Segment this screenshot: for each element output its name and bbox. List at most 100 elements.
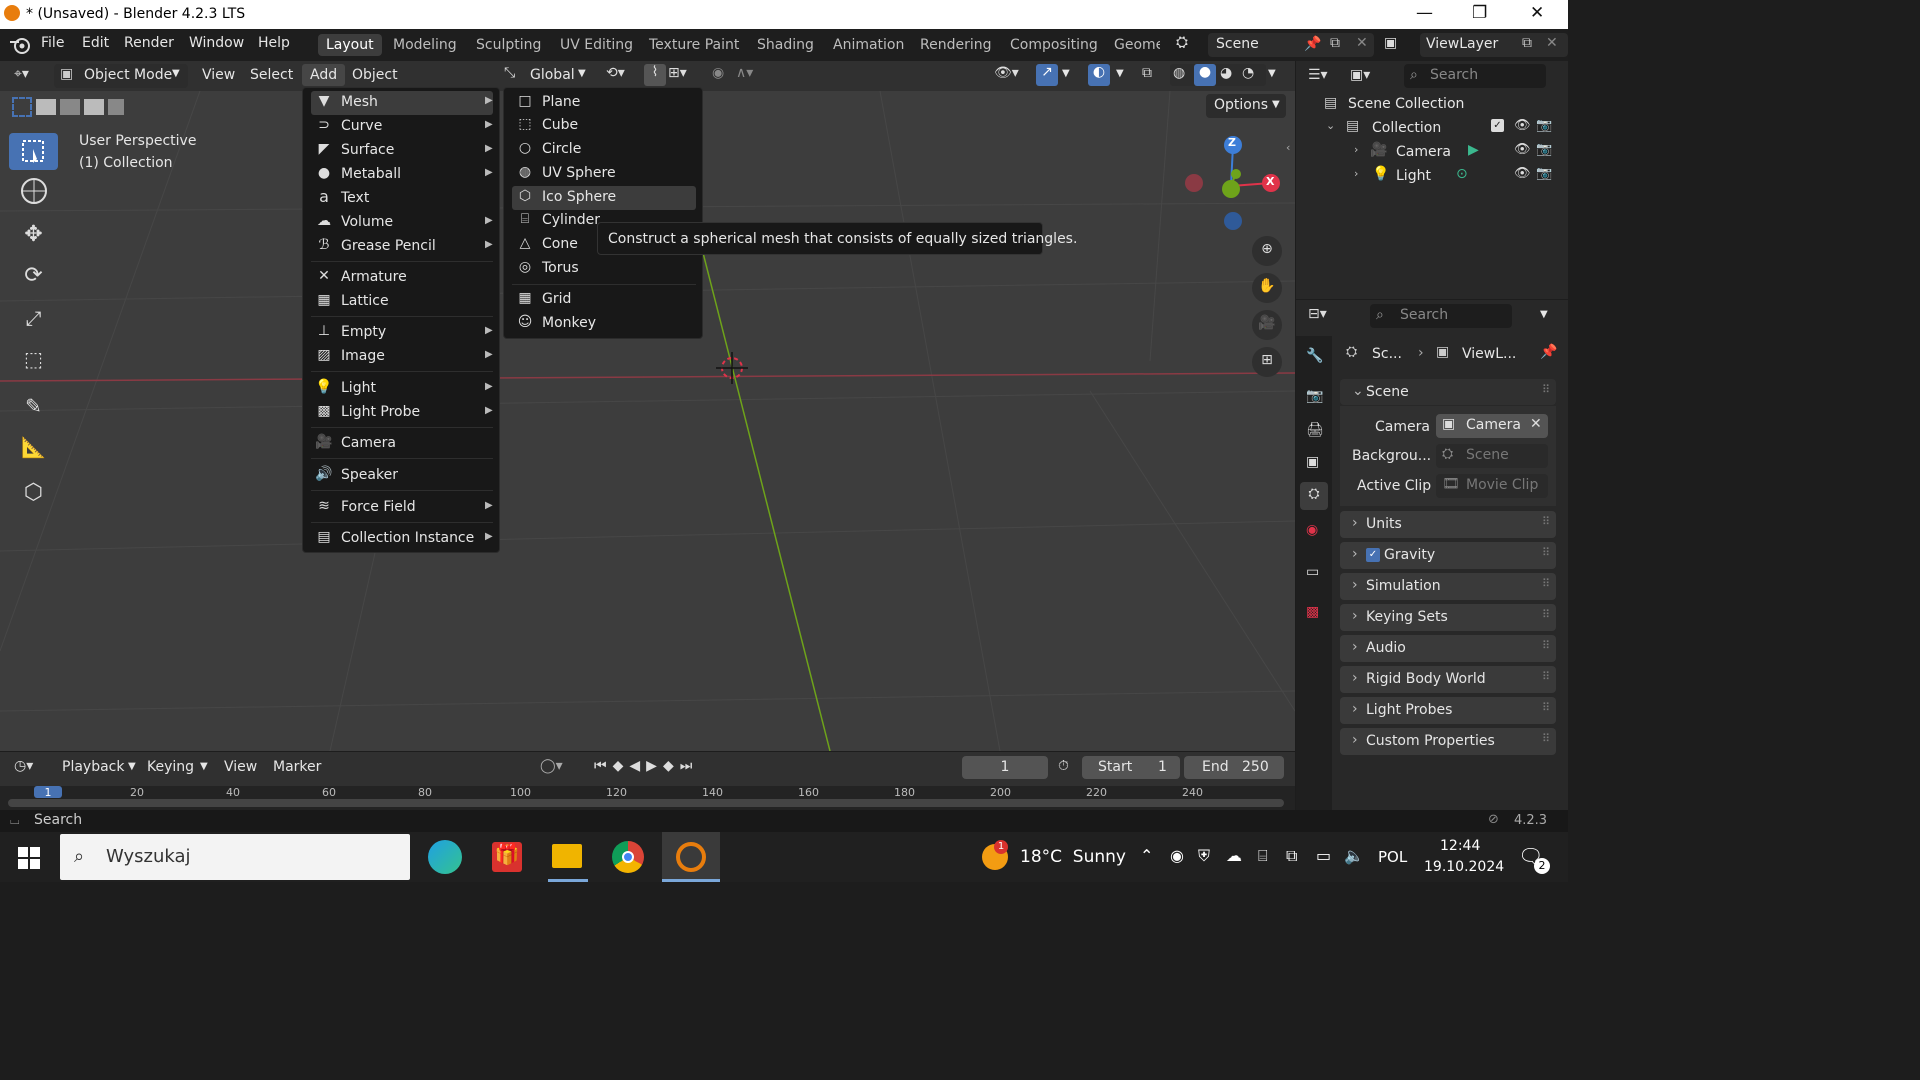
falloff-icon[interactable]: ∧▾ <box>736 65 753 81</box>
pin-icon[interactable]: 📌 <box>1304 36 1321 52</box>
scene-icon[interactable]: ⛭ <box>1176 33 1204 57</box>
drag-handle-icon[interactable]: ⠿ <box>1542 383 1550 396</box>
drag-handle-icon[interactable]: ⠿ <box>1542 732 1550 745</box>
file-explorer-icon[interactable] <box>552 844 582 868</box>
timeline-editor-icon[interactable]: ◷▾ <box>14 758 33 774</box>
properties-editor-icon[interactable]: ⊟▾ <box>1308 306 1327 322</box>
pin-icon[interactable]: 📌 <box>1540 344 1557 360</box>
marker-menu[interactable]: Marker <box>273 759 321 775</box>
maximize-button[interactable]: ❐ <box>1472 3 1487 23</box>
cloud-icon[interactable]: ☁ <box>1226 846 1242 865</box>
gravity-checkbox[interactable]: ✓ <box>1366 548 1380 562</box>
chevron-down-icon[interactable]: ▼ <box>1540 309 1548 320</box>
outliner-search[interactable]: ⌕ Search <box>1404 64 1546 88</box>
camera-tray-icon[interactable]: ⌸ <box>1258 846 1268 866</box>
prev-keyframe-icon[interactable]: ◆ <box>613 758 630 774</box>
chevron-down-icon[interactable]: ▼ <box>1268 68 1276 79</box>
end-frame-field[interactable]: End 250 <box>1184 756 1284 779</box>
rendered-shading-icon[interactable]: ◔ <box>1242 65 1254 81</box>
chevron-down-icon[interactable]: ▼ <box>1116 68 1124 79</box>
chevron-right-icon[interactable]: › <box>1354 167 1358 180</box>
drag-handle-icon[interactable]: ⠿ <box>1542 515 1550 528</box>
render-camera-icon[interactable]: 📷 <box>1536 118 1552 133</box>
menu-item-image[interactable]: ▨ Image ▶ <box>311 345 493 369</box>
show-hidden-icons-icon[interactable]: ⌃ <box>1140 846 1153 865</box>
overlay-toggle-icon[interactable]: ◐ <box>1088 64 1110 86</box>
tool-tab-icon[interactable]: 🔧 <box>1306 348 1323 364</box>
pan-hand-icon[interactable]: ✋ <box>1252 273 1282 303</box>
jump-end-icon[interactable]: ⏭ <box>680 758 699 774</box>
autokey-icon[interactable]: ◯▾ <box>540 758 563 774</box>
weather-label[interactable]: 18°C Sunny <box>1020 847 1126 867</box>
options-dropdown[interactable]: Options ▼ <box>1206 94 1286 118</box>
security-shield-icon[interactable]: ⛨ <box>1198 846 1210 866</box>
timeline-view-menu[interactable]: View <box>224 759 257 775</box>
menu-item-grease-pencil[interactable]: ℬ Grease Pencil ▶ <box>311 235 493 259</box>
delete-view-layer-icon[interactable]: ✕ <box>1546 35 1558 51</box>
collection-tab-icon[interactable]: ▭ <box>1306 564 1319 580</box>
scale-tool[interactable]: ⤢ <box>9 302 58 339</box>
new-view-layer-icon[interactable]: ⧉ <box>1522 35 1532 51</box>
orientation-dropdown[interactable]: Global <box>530 67 575 83</box>
eye-icon[interactable]: 👁 <box>1514 166 1531 181</box>
drag-handle-icon[interactable]: ⠿ <box>1542 608 1550 621</box>
clock-time[interactable]: 12:44 <box>1440 838 1480 854</box>
object-menu[interactable]: Object <box>352 67 398 83</box>
menu-item-light-probe[interactable]: ▩ Light Probe ▶ <box>311 401 493 425</box>
render-camera-icon[interactable]: 📷 <box>1536 166 1552 181</box>
annotate-tool[interactable]: ✎ <box>9 390 58 427</box>
texture-tab-icon[interactable]: ▩ <box>1306 604 1319 620</box>
tab-compositing[interactable]: Compositing <box>1010 37 1098 53</box>
render-tab-icon[interactable]: 📷 <box>1306 388 1323 404</box>
gizmo-toggle-icon[interactable]: ↗ <box>1036 64 1058 86</box>
scene-selector[interactable]: Scene 📌 ⧉ ✕ <box>1208 33 1374 57</box>
menu-render[interactable]: Render <box>124 35 174 51</box>
menu-item-plane[interactable]: □ Plane <box>512 91 696 115</box>
menu-item-lattice[interactable]: ▦ Lattice <box>311 290 493 314</box>
perspective-toggle-icon[interactable]: ⊞ <box>1252 347 1282 377</box>
menu-item-armature[interactable]: ✕ Armature <box>311 266 493 290</box>
add-menu[interactable]: Add <box>302 64 346 86</box>
snap-icon[interactable]: ⌇ <box>644 64 666 86</box>
units-panel[interactable]: › Units ⠿ <box>1340 511 1556 538</box>
drag-handle-icon[interactable]: ⠿ <box>1542 639 1550 652</box>
eye-icon[interactable]: 👁 <box>1514 118 1531 133</box>
drag-handle-icon[interactable]: ⠿ <box>1542 577 1550 590</box>
menu-item-text[interactable]: a Text <box>311 187 493 211</box>
chevron-down-icon[interactable]: ▼ <box>1062 68 1070 79</box>
tab-shading[interactable]: Shading <box>757 37 814 53</box>
view-menu[interactable]: View <box>202 67 235 83</box>
snap-target-icon[interactable]: ⊞▾ <box>668 65 687 81</box>
clear-camera-icon[interactable]: ✕ <box>1530 416 1542 432</box>
camera-data-icon[interactable]: ▶ <box>1468 142 1479 158</box>
tab-animation[interactable]: Animation <box>833 37 904 53</box>
properties-search[interactable]: ⌕ Search <box>1370 304 1512 328</box>
menu-file[interactable]: File <box>41 35 64 51</box>
select-box-tool[interactable] <box>9 133 58 170</box>
camera-field[interactable]: ▣ Camera ✕ <box>1436 414 1548 438</box>
view-layer-tab-icon[interactable]: ▣ <box>1306 454 1319 470</box>
playhead[interactable]: 1 <box>34 786 62 799</box>
zoom-icon[interactable]: ⊕ <box>1252 236 1282 266</box>
tab-geometry-nodes[interactable]: Geomet <box>1114 37 1160 53</box>
background-scene-field[interactable]: ⛭ Scene <box>1436 444 1548 468</box>
simulation-panel[interactable]: › Simulation ⠿ <box>1340 573 1556 600</box>
active-clip-field[interactable]: 🎞 Movie Clip <box>1436 474 1548 498</box>
collection-checkbox[interactable]: ✓ <box>1491 119 1504 132</box>
scene-panel-header[interactable]: ⌄ Scene ⠿ <box>1340 379 1556 405</box>
edge-browser-icon[interactable] <box>428 840 462 874</box>
select-invert-icon[interactable] <box>84 99 104 115</box>
menu-item-monkey[interactable]: ☺ Monkey <box>512 312 696 336</box>
menu-item-collection-instance[interactable]: ▤ Collection Instance ▶ <box>311 527 493 551</box>
output-tab-icon[interactable]: 🖨 <box>1306 422 1324 438</box>
volume-icon[interactable]: 🔈 <box>1344 846 1364 865</box>
menu-window[interactable]: Window <box>189 35 244 51</box>
mode-dropdown[interactable]: ▣ Object Mode ▼ <box>54 64 188 88</box>
drag-handle-icon[interactable]: ⠿ <box>1542 701 1550 714</box>
view-layer-selector[interactable]: ViewLayer ⧉ ✕ <box>1420 33 1568 57</box>
rotate-tool[interactable]: ⟳ <box>9 261 58 298</box>
clock-date[interactable]: 19.10.2024 <box>1424 859 1504 875</box>
outliner-collection[interactable]: Collection <box>1372 120 1441 136</box>
next-keyframe-icon[interactable]: ◆ <box>663 758 680 774</box>
visibility-icon[interactable]: 👁▾ <box>994 65 1019 81</box>
